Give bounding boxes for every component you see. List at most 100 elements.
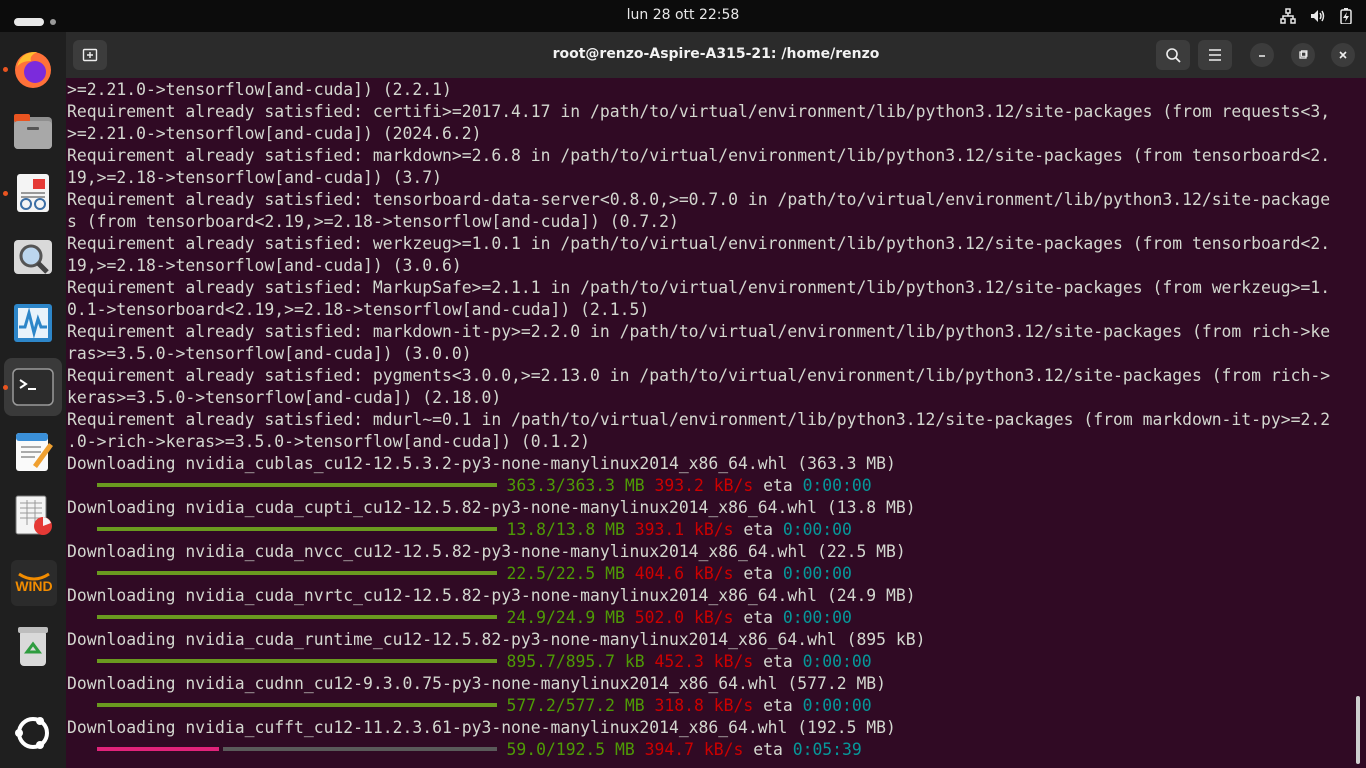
terminal-line: 19,>=2.18->tensorflow[and-cuda]) (3.7) [67,168,442,187]
progress-bar-fill [96,658,497,663]
progress-bar-fill [96,614,497,619]
download-line: Downloading nvidia_cuda_cupti_cu12-12.5.… [67,498,916,517]
terminal-line: Requirement already satisfied: pygments<… [67,366,1331,385]
dock: WIND [0,32,66,768]
maximize-icon[interactable] [1291,43,1315,67]
search-tool-icon [11,236,55,284]
dock-item-system-monitor[interactable] [10,300,56,346]
eta-label: eta [763,476,793,495]
dock-item-trash[interactable] [10,623,56,669]
download-eta: 0:00:00 [802,652,872,671]
progress-bar-fill [96,482,497,487]
download-size: 22.5/22.5 MB [506,564,625,583]
download-progress-row: 895.7/895.7 kB 452.3 kB/s eta 0:00:00 [67,651,1355,673]
dock-item-text-editor[interactable] [10,428,56,474]
hamburger-menu-icon[interactable] [1198,40,1232,70]
download-size: 895.7/895.7 kB [506,652,645,671]
download-eta: 0:05:39 [792,740,862,759]
terminal-line: Requirement already satisfied: markdown>… [67,146,1331,165]
dock-item-document-viewer[interactable] [10,170,56,216]
top-bar: lun 28 ott 22:58 [0,0,1366,32]
progress-bar-fill [96,570,497,575]
download-progress-row: 22.5/22.5 MB 404.6 kB/s eta 0:00:00 [67,563,1355,585]
terminal-line: Requirement already satisfied: tensorboa… [67,190,1331,209]
download-size: 24.9/24.9 MB [506,608,625,627]
terminal-line: Requirement already satisfied: werkzeug>… [67,234,1331,253]
download-line: Downloading nvidia_cufft_cu12-11.2.3.61-… [67,718,896,737]
system-tray[interactable] [1280,8,1352,28]
ubuntu-apps-icon [11,711,55,759]
system-monitor-icon [11,301,55,349]
download-eta: 0:00:00 [802,476,872,495]
minimize-icon[interactable] [1250,43,1274,67]
network-icon[interactable] [1280,8,1296,28]
progress-bar-fill [96,526,497,531]
window-header-bar: root@renzo-Aspire-A315-21: /home/renzo [66,32,1366,78]
terminal-line: 19,>=2.18->tensorflow[and-cuda]) (3.0.6) [67,256,462,275]
search-icon[interactable] [1156,40,1190,70]
download-speed: 502.0 kB/s [634,608,734,627]
download-eta: 0:00:00 [802,696,872,715]
terminal-line: Requirement already satisfied: MarkupSaf… [67,278,1331,297]
download-eta: 0:00:00 [782,564,852,583]
battery-icon[interactable] [1340,8,1352,28]
terminal-output[interactable]: >=2.21.0->tensorflow[and-cuda]) (2.2.1) R… [67,79,1355,768]
scrollbar[interactable] [1356,696,1360,764]
terminal-line: >=2.21.0->tensorflow[and-cuda]) (2024.6.… [67,124,482,143]
download-line: Downloading nvidia_cuda_runtime_cu12-12.… [67,630,926,649]
eta-label: eta [753,740,783,759]
dock-item-firefox[interactable] [10,46,56,92]
eta-label: eta [743,520,773,539]
download-progress-row: 24.9/24.9 MB 502.0 kB/s eta 0:00:00 [67,607,1355,629]
volume-icon[interactable] [1310,8,1326,28]
download-progress-row: 13.8/13.8 MB 393.1 kB/s eta 0:00:00 [67,519,1355,541]
running-indicator [3,191,8,196]
download-progress-row: 363.3/363.3 MB 393.2 kB/s eta 0:00:00 [67,475,1355,497]
terminal-icon [11,365,55,413]
clock[interactable]: lun 28 ott 22:58 [0,7,1366,23]
download-speed: 394.7 kB/s [644,740,744,759]
download-speed: 393.1 kB/s [634,520,734,539]
download-speed: 318.8 kB/s [654,696,754,715]
terminal-window: root@renzo-Aspire-A315-21: /home/renzo >… [66,32,1366,768]
progress-bar-remaining [222,746,497,751]
terminal-line: Requirement already satisfied: certifi>=… [67,102,1331,121]
terminal-line: 0.1->tensorboard<2.19,>=2.18->tensorflow… [67,300,650,319]
document-viewer-icon [11,171,55,219]
download-size: 13.8/13.8 MB [506,520,625,539]
text-editor-icon [11,429,55,477]
dock-item-wind[interactable]: WIND [10,559,57,606]
download-size: 577.2/577.2 MB [506,696,645,715]
download-line: Downloading nvidia_cuda_nvcc_cu12-12.5.8… [67,542,906,561]
folder-icon [11,109,55,157]
download-size: 363.3/363.3 MB [506,476,645,495]
download-speed: 393.2 kB/s [654,476,754,495]
eta-label: eta [743,564,773,583]
firefox-icon [11,47,55,95]
terminal-line: keras>=3.5.0->tensorflow[and-cuda]) (2.1… [67,388,502,407]
eta-label: eta [763,652,793,671]
spreadsheet-icon [11,493,55,541]
download-progress-row: 577.2/577.2 MB 318.8 kB/s eta 0:00:00 [67,695,1355,717]
download-line: Downloading nvidia_cudnn_cu12-9.3.0.75-p… [67,674,887,693]
dock-item-terminal[interactable] [4,358,62,416]
trash-icon [11,624,55,672]
terminal-line: Requirement already satisfied: markdown-… [67,322,1331,341]
terminal-line: .0->rich->keras>=3.5.0->tensorflow[and-c… [67,432,591,451]
download-speed: 452.3 kB/s [654,652,754,671]
dock-item-spreadsheet[interactable] [10,492,56,538]
running-indicator [3,385,8,390]
eta-label: eta [763,696,793,715]
progress-bar-fill [96,746,219,751]
running-indicator [3,67,8,72]
download-speed: 404.6 kB/s [634,564,734,583]
dock-item-search[interactable] [10,235,56,281]
close-icon[interactable] [1331,43,1355,67]
terminal-line: >=2.21.0->tensorflow[and-cuda]) (2.2.1) [67,80,452,99]
dock-item-files[interactable] [10,108,56,154]
svg-text:WIND: WIND [15,578,52,594]
download-size: 59.0/192.5 MB [506,740,635,759]
terminal-line: s (from tensorboard<2.19,>=2.18->tensorf… [67,212,679,231]
dock-item-show-apps[interactable] [10,710,56,756]
terminal-line: ras>=3.5.0->tensorflow[and-cuda]) (3.0.0… [67,344,472,363]
